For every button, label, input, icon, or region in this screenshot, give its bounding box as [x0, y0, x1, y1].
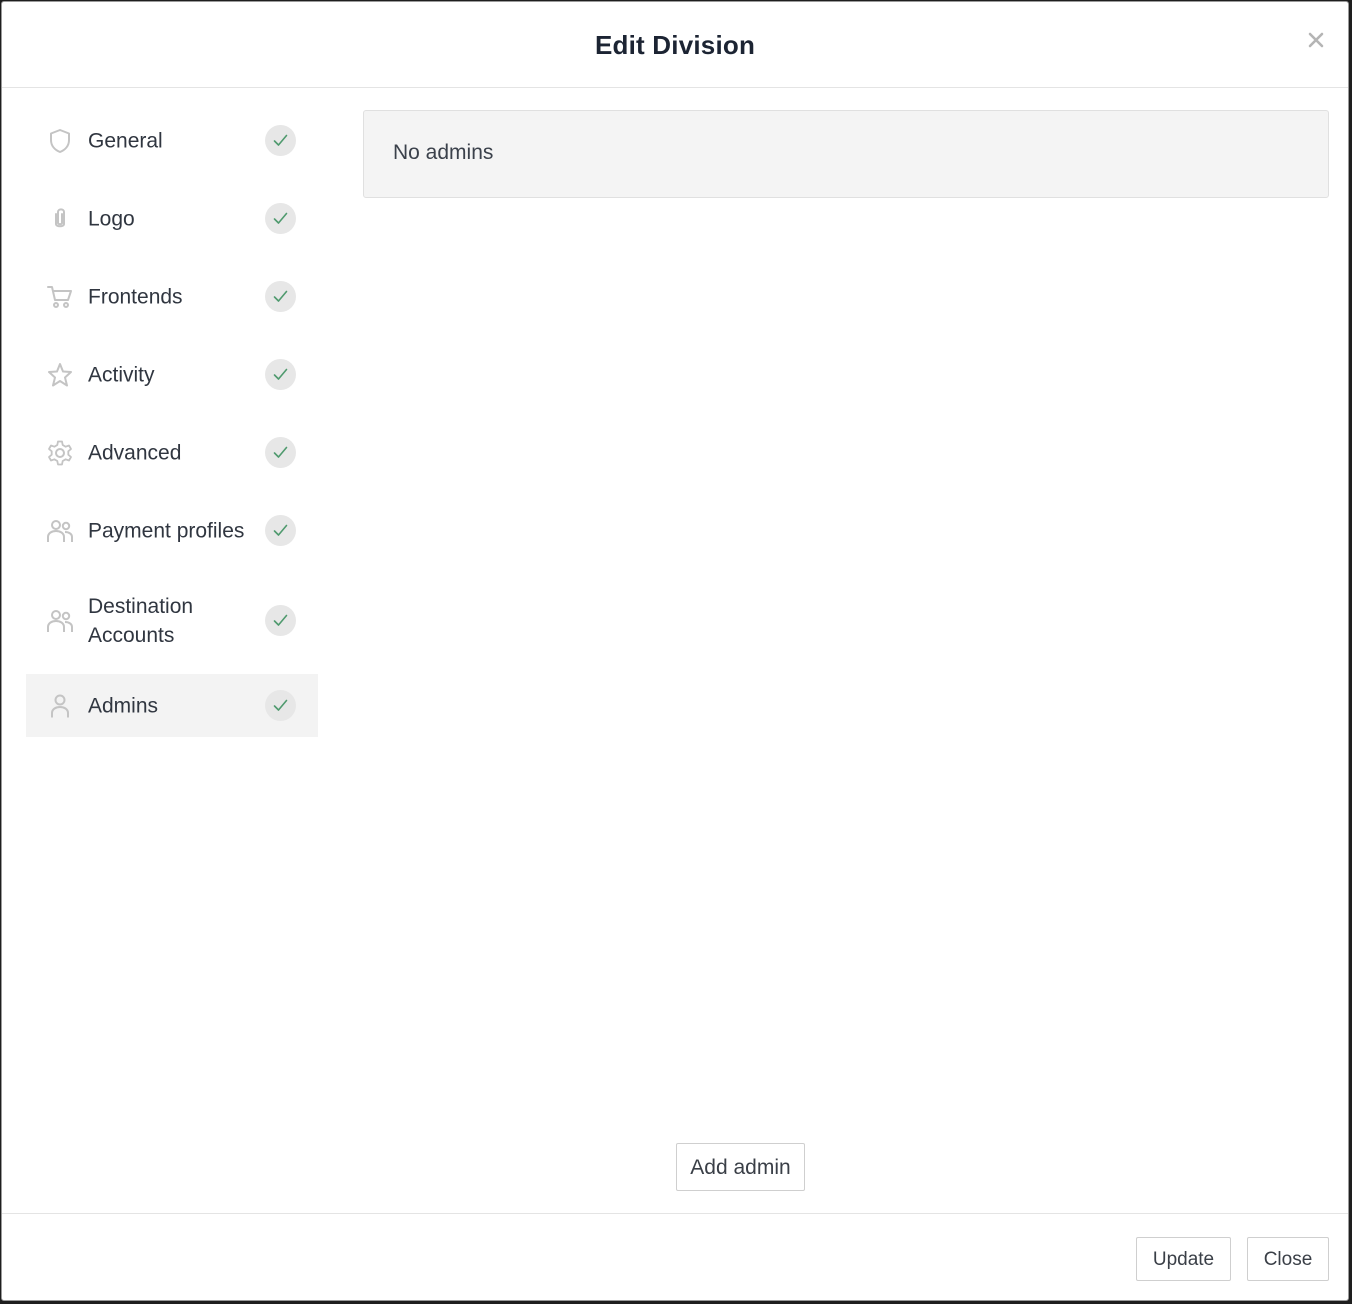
- admins-empty-panel: No admins: [363, 110, 1329, 198]
- sidebar-item-advanced[interactable]: Advanced: [26, 414, 318, 492]
- check-icon: [265, 125, 296, 156]
- check-icon: [265, 605, 296, 636]
- check-icon: [265, 359, 296, 390]
- sidebar-item-destination-accounts[interactable]: Destination Accounts: [26, 570, 318, 672]
- cart-icon: [46, 283, 74, 311]
- check-icon: [265, 281, 296, 312]
- sidebar-item-label: General: [88, 129, 163, 153]
- sidebar-item-label: Frontends: [88, 285, 183, 309]
- check-icon: [265, 515, 296, 546]
- users-icon: [46, 517, 74, 545]
- check-icon: [265, 437, 296, 468]
- close-icon[interactable]: [1304, 28, 1328, 52]
- sidebar-item-label: Advanced: [88, 441, 182, 465]
- sidebar-nav: General Logo Frontends Activity Advanced…: [26, 102, 318, 737]
- gear-icon: [46, 439, 74, 467]
- sidebar-item-activity[interactable]: Activity: [26, 336, 318, 414]
- sidebar-item-label: Admins: [88, 694, 159, 717]
- empty-state-message: No admins: [393, 141, 494, 164]
- sidebar-item-label: Destination Accounts: [88, 595, 194, 647]
- shield-icon: [46, 127, 74, 155]
- sidebar-item-logo[interactable]: Logo: [26, 180, 318, 258]
- sidebar-item-general[interactable]: General: [26, 102, 318, 180]
- sidebar-item-label: Activity: [88, 363, 155, 387]
- sidebar-item-label: Logo: [88, 207, 135, 231]
- check-icon: [265, 689, 296, 721]
- star-icon: [46, 361, 74, 389]
- paperclip-icon: [46, 205, 74, 233]
- edit-division-dialog: Edit Division General Logo Frontends Act…: [1, 1, 1349, 1301]
- dialog-header: Edit Division: [2, 2, 1348, 88]
- sidebar-item-frontends[interactable]: Frontends: [26, 258, 318, 336]
- dialog-title: Edit Division: [594, 30, 756, 60]
- close-button[interactable]: Close: [1247, 1237, 1329, 1281]
- sidebar-item-payment-profiles[interactable]: Payment profiles: [26, 492, 318, 570]
- user-icon: [46, 692, 74, 720]
- add-admin-button[interactable]: Add admin: [676, 1143, 805, 1191]
- check-icon: [265, 203, 296, 234]
- update-button[interactable]: Update: [1136, 1237, 1231, 1281]
- users-icon: [46, 607, 74, 635]
- sidebar-item-label: Payment profiles: [88, 519, 245, 543]
- sidebar-item-admins[interactable]: Admins: [26, 674, 318, 737]
